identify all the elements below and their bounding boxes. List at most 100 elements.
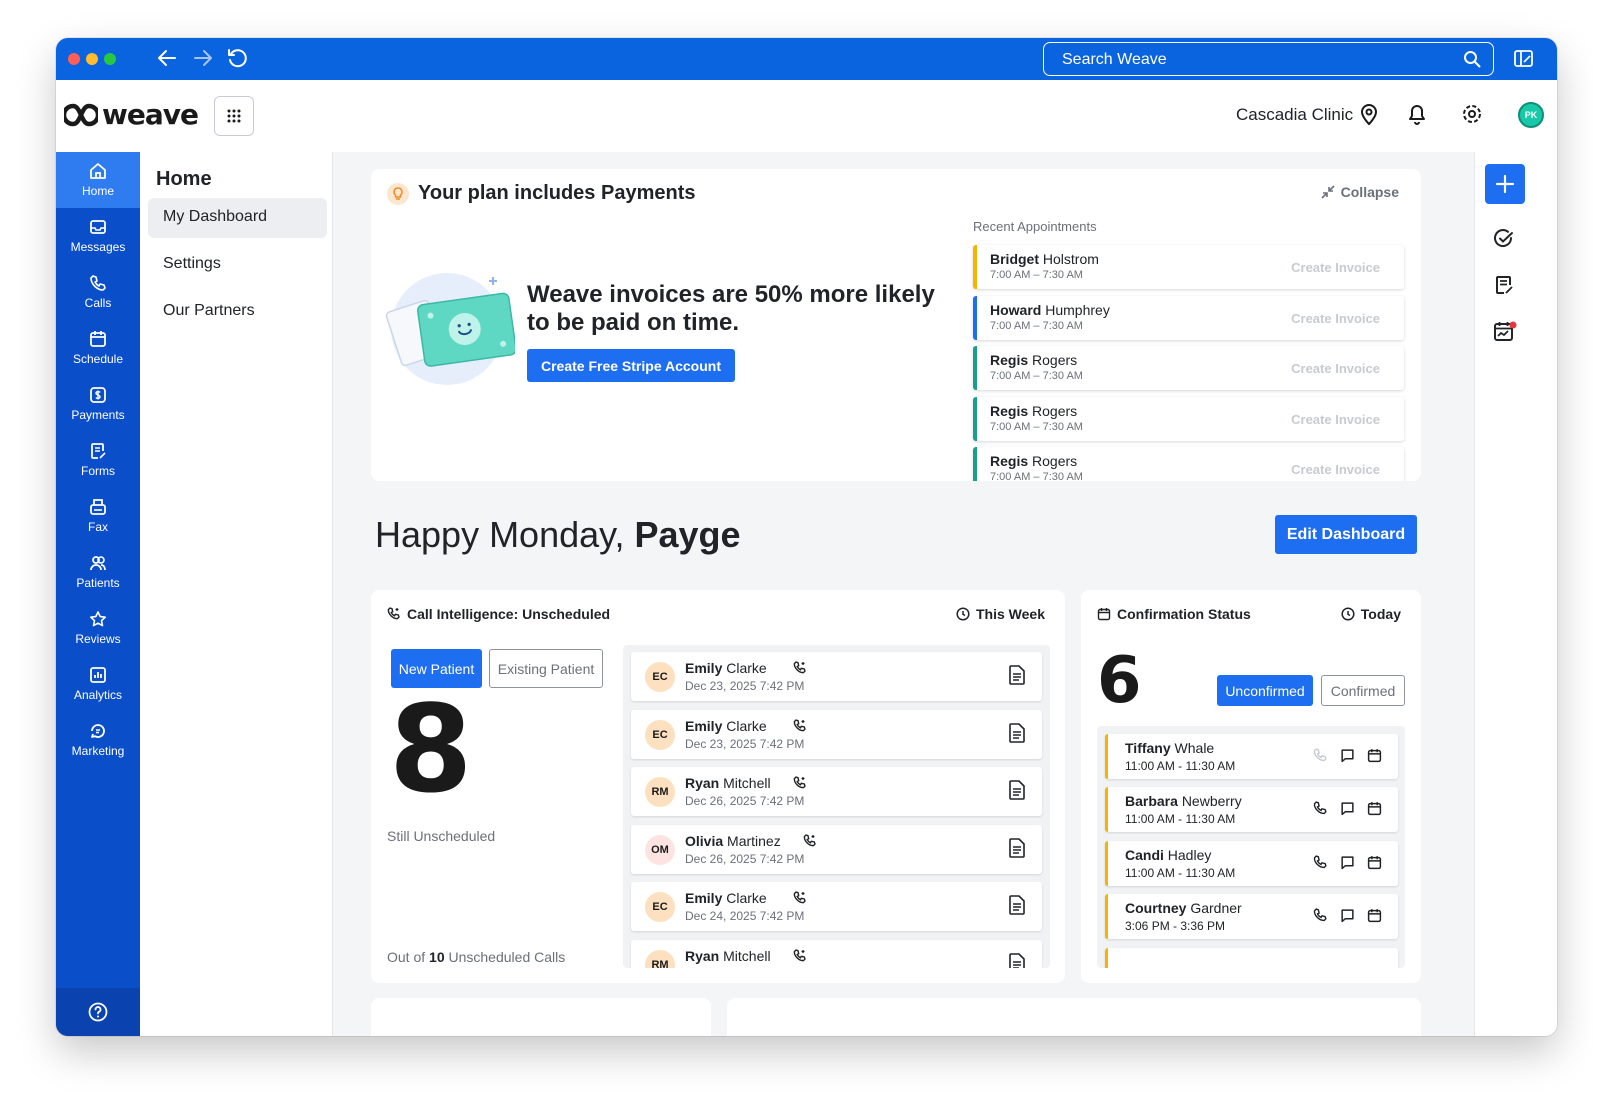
create-invoice-button[interactable]: Create Invoice [1291,260,1380,275]
create-invoice-button[interactable]: Create Invoice [1291,412,1380,427]
create-stripe-account-button[interactable]: Create Free Stripe Account [527,349,735,382]
appointment-last-name: Rogers [1032,403,1078,419]
search-input[interactable]: Search Weave [1043,42,1494,76]
home-icon [90,163,106,179]
phone-icon[interactable] [1313,855,1328,875]
appointment-last-name: Humphrey [1045,302,1110,318]
recent-appointments-label: Recent Appointments [973,219,1097,234]
caller-last-name: Clarke [726,890,767,906]
back-arrow-icon[interactable] [156,47,182,71]
message-icon[interactable] [1340,855,1355,875]
create-invoice-button[interactable]: Create Invoice [1291,462,1380,477]
collapse-button[interactable]: Collapse [1321,184,1399,200]
period-selector[interactable]: Today [1341,606,1401,622]
call-row[interactable]: RM Ryan Mitchell Dec 26, 2025 7:42 PM [631,767,1042,816]
app-launcher-button[interactable] [214,96,254,136]
document-icon[interactable] [1008,723,1026,748]
call-row[interactable]: OM Olivia Martinez Dec 26, 2025 7:42 PM [631,825,1042,874]
sidebar-item-messages[interactable]: Messages [56,208,140,264]
patient-name: Barbara Newberry [1125,793,1242,809]
caller-name: Emily Clarke [685,718,767,734]
sidebar-item-payments[interactable]: Payments [56,376,140,432]
row-actions [1313,855,1382,875]
message-icon[interactable] [1340,908,1355,928]
calendar-icon[interactable] [1367,748,1382,768]
document-icon[interactable] [1008,838,1026,863]
clock-icon [956,607,970,621]
create-invoice-button[interactable]: Create Invoice [1291,361,1380,376]
sidebar-item-schedule[interactable]: Schedule [56,320,140,376]
sidebar-item-patients[interactable]: Patients [56,544,140,600]
subnav-item-settings[interactable]: Settings [148,245,327,285]
notes-icon[interactable] [1493,274,1515,301]
caller-last-name: Clarke [726,718,767,734]
sidebar-toggle-icon[interactable] [1513,48,1535,75]
dollar-icon [90,387,106,403]
avatar: OM [645,835,675,865]
edit-dashboard-button[interactable]: Edit Dashboard [1275,515,1417,554]
clinic-name[interactable]: Cascadia Clinic [1236,105,1353,125]
settings-gear-icon[interactable] [1461,102,1483,131]
location-pin-icon[interactable] [1358,102,1380,131]
calendar-icon[interactable] [1367,908,1382,928]
sidebar-item-calls[interactable]: Calls [56,264,140,320]
avatar: RM [645,777,675,807]
calendar-icon[interactable] [1367,855,1382,875]
minimize-window-button[interactable] [86,53,98,65]
forward-arrow-icon[interactable] [192,47,218,71]
phone-icon[interactable] [1313,801,1328,821]
subnav-item-my-dashboard[interactable]: My Dashboard [148,198,327,238]
unscheduled-calls-list: EC Emily Clarke Dec 23, 2025 7:42 PM EC … [623,645,1050,968]
call-row[interactable]: RM Ryan Mitchell [631,940,1042,968]
sidebar-item-forms[interactable]: Forms [56,432,140,488]
task-check-icon[interactable] [1493,228,1515,255]
call-date: Dec 26, 2025 7:42 PM [685,852,805,866]
help-button[interactable] [56,988,140,1036]
call-row[interactable]: EC Emily Clarke Dec 23, 2025 7:42 PM [631,652,1042,701]
appointment-patient-name: Regis Rogers [990,352,1077,368]
weave-logo[interactable]: weave [64,98,199,131]
appointment-first-name: Regis [990,352,1029,368]
document-icon[interactable] [1008,780,1026,805]
sidebar-item-analytics[interactable]: Analytics [56,656,140,712]
create-invoice-button[interactable]: Create Invoice [1291,311,1380,326]
caller-name: Ryan Mitchell [685,775,771,791]
appointment-time: 7:00 AM – 7:30 AM [990,269,1083,281]
period-label: This Week [976,606,1045,622]
tab-unconfirmed[interactable]: Unconfirmed [1217,675,1313,706]
notification-bell-icon[interactable] [1406,102,1428,131]
period-selector[interactable]: This Week [956,606,1045,622]
phone-icon[interactable] [1313,908,1328,928]
activity-calendar-icon[interactable] [1493,320,1517,349]
sidebar-item-home[interactable]: Home [56,152,140,208]
tab-existing-patient[interactable]: Existing Patient [489,649,603,688]
greeting-heading: Happy Monday, Payge [375,514,741,556]
caller-last-name: Martinez [727,833,781,849]
calendar-icon[interactable] [1367,801,1382,821]
subnav-item-our-partners[interactable]: Our Partners [148,292,327,332]
sidebar-item-fax[interactable]: Fax [56,488,140,544]
add-button[interactable] [1485,164,1525,204]
tab-confirmed[interactable]: Confirmed [1321,675,1405,706]
call-row[interactable]: EC Emily Clarke Dec 24, 2025 7:42 PM [631,882,1042,931]
list-item: Barbara Newberry 11:00 AM - 11:30 AM [1105,787,1398,832]
collapse-arrows-icon [1321,185,1335,199]
document-icon[interactable] [1008,895,1026,920]
message-icon[interactable] [1340,748,1355,768]
document-icon[interactable] [1008,953,1026,968]
call-date: Dec 23, 2025 7:42 PM [685,679,805,693]
fax-icon [90,499,106,515]
user-avatar[interactable]: PK [1518,102,1544,128]
document-icon[interactable] [1008,665,1026,690]
avatar: RM [645,950,675,968]
call-row[interactable]: EC Emily Clarke Dec 23, 2025 7:42 PM [631,710,1042,759]
close-window-button[interactable] [68,53,80,65]
reload-icon[interactable] [226,47,252,71]
maximize-window-button[interactable] [104,53,116,65]
caller-last-name: Mitchell [723,948,771,964]
message-icon[interactable] [1340,801,1355,821]
app-window: Search Weave weave Cascadia Clinic PK Ho… [56,38,1557,1036]
recent-appointment-row: Regis Rogers 7:00 AM – 7:30 AM Create In… [973,447,1404,481]
sidebar-item-reviews[interactable]: Reviews [56,600,140,656]
sidebar-item-marketing[interactable]: Marketing [56,712,140,768]
